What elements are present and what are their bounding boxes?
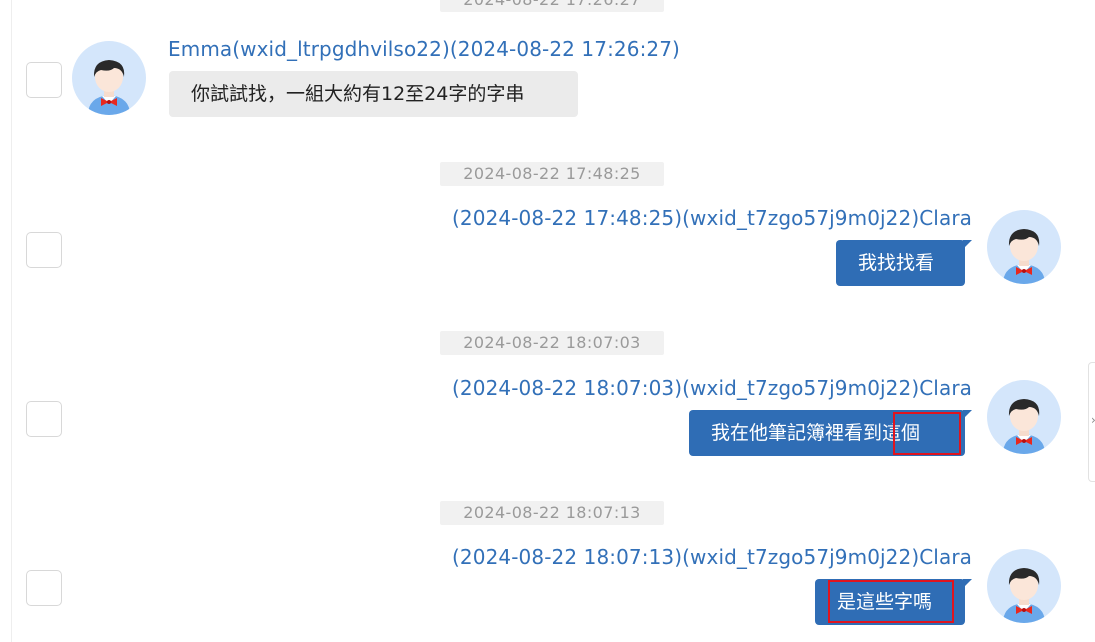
message-bubble-incoming: 你試試找，一組大約有12至24字的字串 xyxy=(169,71,578,117)
timestamp-divider: 2024-08-22 17:48:25 xyxy=(440,162,664,186)
sender-line: (2024-08-22 17:48:25)(wxid_t7zgo57j9m0j2… xyxy=(452,206,972,230)
sender-line: (2024-08-22 18:07:13)(wxid_t7zgo57j9m0j2… xyxy=(452,545,972,569)
sender-line: Emma(wxid_ltrpgdhvilso22)(2024-08-22 17:… xyxy=(168,37,680,61)
timestamp-divider: 2024-08-22 17:26:27 xyxy=(440,0,664,12)
message-bubble-outgoing: 我找找看 xyxy=(836,240,972,286)
timestamp-divider: 2024-08-22 18:07:13 xyxy=(440,501,664,525)
avatar-icon xyxy=(987,549,1061,623)
message-select-checkbox[interactable] xyxy=(26,232,62,268)
message-select-checkbox[interactable] xyxy=(26,570,62,606)
timestamp-divider: 2024-08-22 18:07:03 xyxy=(440,331,664,355)
left-divider xyxy=(11,0,12,642)
chevron-right-icon: › xyxy=(1091,413,1095,427)
side-panel-toggle[interactable]: › xyxy=(1088,362,1095,482)
sender-line: (2024-08-22 18:07:03)(wxid_t7zgo57j9m0j2… xyxy=(452,376,972,400)
message-select-checkbox[interactable] xyxy=(26,62,62,98)
avatar-icon xyxy=(987,210,1061,284)
message-bubble-outgoing: 我在他筆記簿裡看到這個 xyxy=(689,410,972,456)
avatar-icon xyxy=(72,41,146,115)
chat-view: 2024-08-22 17:26:27 Emma(wxid_ltrpgdhvil… xyxy=(0,0,1095,642)
avatar-icon xyxy=(987,380,1061,454)
message-bubble-outgoing: 是這些字嗎 xyxy=(815,579,972,625)
message-select-checkbox[interactable] xyxy=(26,401,62,437)
